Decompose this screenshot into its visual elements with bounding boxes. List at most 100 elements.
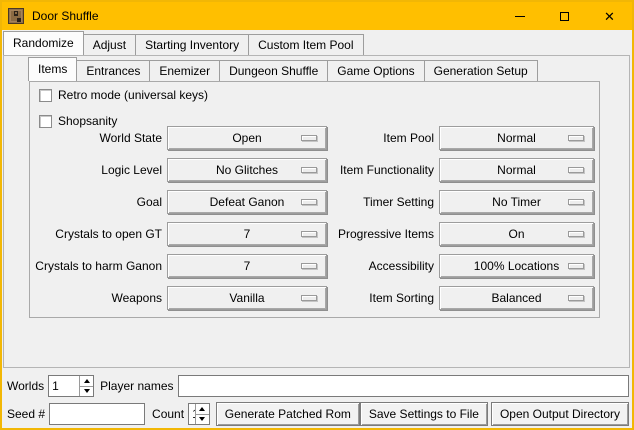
tab-items[interactable]: Items	[28, 57, 77, 81]
crystals-gt-label: Crystals to open GT	[30, 222, 167, 246]
dropdown-indicator-icon	[301, 167, 317, 173]
count-label: Count	[152, 407, 184, 421]
dropdown-indicator-icon	[568, 263, 584, 269]
tab-dungeon-shuffle[interactable]: Dungeon Shuffle	[219, 60, 328, 81]
goal-label: Goal	[30, 190, 167, 214]
window-title: Door Shuffle	[32, 9, 99, 23]
progressive-items-dropdown[interactable]: On	[439, 222, 594, 246]
dropdown-indicator-icon	[301, 199, 317, 205]
spinner-down-icon[interactable]	[80, 387, 93, 397]
accessibility-value: 100% Locations	[474, 255, 559, 277]
maximize-icon	[560, 12, 569, 21]
tab-generation-setup[interactable]: Generation Setup	[424, 60, 538, 81]
goal-value: Defeat Ganon	[210, 191, 285, 213]
dropdown-indicator-icon	[301, 135, 317, 141]
tab-entrances[interactable]: Entrances	[76, 60, 150, 81]
dropdown-indicator-icon	[301, 295, 317, 301]
bottom-panel: Worlds Player names Seed # Count	[2, 368, 632, 428]
item-sorting-value: Balanced	[491, 287, 541, 309]
tab-randomize[interactable]: Randomize	[3, 31, 84, 55]
save-settings-button[interactable]: Save Settings to File	[360, 402, 488, 426]
dropdown-indicator-icon	[568, 135, 584, 141]
logic-level-dropdown[interactable]: No Glitches	[167, 158, 327, 182]
crystals-ganon-value: 7	[244, 255, 251, 277]
dropdown-indicator-icon	[568, 167, 584, 173]
app-icon	[8, 8, 24, 24]
seed-label: Seed #	[7, 407, 45, 421]
minimize-button[interactable]	[497, 2, 542, 30]
world-state-value: Open	[232, 127, 261, 149]
inner-tab-bar: Items Entrances Enemizer Dungeon Shuffle…	[28, 58, 538, 81]
logic-level-label: Logic Level	[30, 158, 167, 182]
spinner-down-icon[interactable]	[196, 415, 209, 425]
weapons-dropdown[interactable]: Vanilla	[167, 286, 327, 310]
item-sorting-dropdown[interactable]: Balanced	[439, 286, 594, 310]
crystals-ganon-label: Crystals to harm Ganon	[30, 254, 167, 278]
retro-mode-checkbox-row[interactable]: Retro mode (universal keys)	[39, 88, 208, 102]
world-state-dropdown[interactable]: Open	[167, 126, 327, 150]
count-spinner	[188, 403, 210, 425]
option-row: Weapons Vanilla Item Sorting Balanced	[30, 286, 599, 318]
spinner-up-icon[interactable]	[196, 404, 209, 415]
tab-starting-inventory[interactable]: Starting Inventory	[135, 34, 249, 55]
worlds-spinner-arrows	[79, 376, 93, 396]
item-pool-value: Normal	[497, 127, 536, 149]
randomize-pane: Items Entrances Enemizer Dungeon Shuffle…	[3, 55, 630, 368]
window-controls: ✕	[497, 2, 632, 30]
title-bar: Door Shuffle ✕	[2, 2, 632, 30]
worlds-label: Worlds	[7, 379, 44, 393]
tab-custom-item-pool[interactable]: Custom Item Pool	[248, 34, 363, 55]
item-functionality-value: Normal	[497, 159, 536, 181]
tab-adjust[interactable]: Adjust	[83, 34, 136, 55]
spinner-up-icon[interactable]	[80, 376, 93, 387]
seed-input[interactable]	[49, 403, 145, 425]
close-button[interactable]: ✕	[587, 2, 632, 30]
progressive-items-value: On	[508, 223, 524, 245]
seed-row: Seed # Count Generate Patched Rom Save S…	[7, 402, 629, 426]
accessibility-label: Accessibility	[327, 254, 439, 278]
option-row: Crystals to harm Ganon 7 Accessibility 1…	[30, 254, 599, 286]
item-pool-dropdown[interactable]: Normal	[439, 126, 594, 150]
outer-tab-bar: Randomize Adjust Starting Inventory Cust…	[3, 32, 364, 55]
dropdown-indicator-icon	[568, 199, 584, 205]
option-row: Goal Defeat Ganon Timer Setting No Timer	[30, 190, 599, 222]
timer-setting-label: Timer Setting	[327, 190, 439, 214]
option-row: World State Open Item Pool Normal	[30, 126, 599, 158]
logic-level-value: No Glitches	[216, 159, 278, 181]
crystals-ganon-dropdown[interactable]: 7	[167, 254, 327, 278]
minimize-icon	[515, 16, 525, 17]
dropdown-indicator-icon	[301, 231, 317, 237]
dropdown-indicator-icon	[568, 295, 584, 301]
weapons-value: Vanilla	[229, 287, 264, 309]
timer-setting-value: No Timer	[492, 191, 541, 213]
player-names-label: Player names	[100, 379, 173, 393]
tab-game-options[interactable]: Game Options	[327, 60, 424, 81]
item-functionality-label: Item Functionality	[327, 158, 439, 182]
generate-patched-rom-button[interactable]: Generate Patched Rom	[216, 402, 360, 426]
timer-setting-dropdown[interactable]: No Timer	[439, 190, 594, 214]
tab-enemizer[interactable]: Enemizer	[149, 60, 220, 81]
option-row: Crystals to open GT 7 Progressive Items …	[30, 222, 599, 254]
progressive-items-label: Progressive Items	[327, 222, 439, 246]
dropdown-indicator-icon	[568, 231, 584, 237]
item-sorting-label: Item Sorting	[327, 286, 439, 310]
crystals-gt-value: 7	[244, 223, 251, 245]
accessibility-dropdown[interactable]: 100% Locations	[439, 254, 594, 278]
dropdown-indicator-icon	[301, 263, 317, 269]
worlds-spinner	[48, 375, 94, 397]
item-pool-label: Item Pool	[327, 126, 439, 150]
close-icon: ✕	[604, 10, 615, 23]
player-names-input[interactable]	[178, 375, 630, 397]
retro-mode-label: Retro mode (universal keys)	[58, 88, 208, 102]
door-shuffle-window: Door Shuffle ✕ Randomize Adjust Starting…	[0, 0, 634, 430]
option-row: Logic Level No Glitches Item Functionali…	[30, 158, 599, 190]
open-output-directory-button[interactable]: Open Output Directory	[491, 402, 629, 426]
worlds-row: Worlds Player names	[7, 375, 629, 397]
goal-dropdown[interactable]: Defeat Ganon	[167, 190, 327, 214]
crystals-gt-dropdown[interactable]: 7	[167, 222, 327, 246]
items-pane: Retro mode (universal keys) Shopsanity W…	[29, 81, 600, 318]
count-spinner-arrows	[195, 404, 209, 424]
maximize-button[interactable]	[542, 2, 587, 30]
retro-mode-checkbox[interactable]	[39, 89, 52, 102]
item-functionality-dropdown[interactable]: Normal	[439, 158, 594, 182]
